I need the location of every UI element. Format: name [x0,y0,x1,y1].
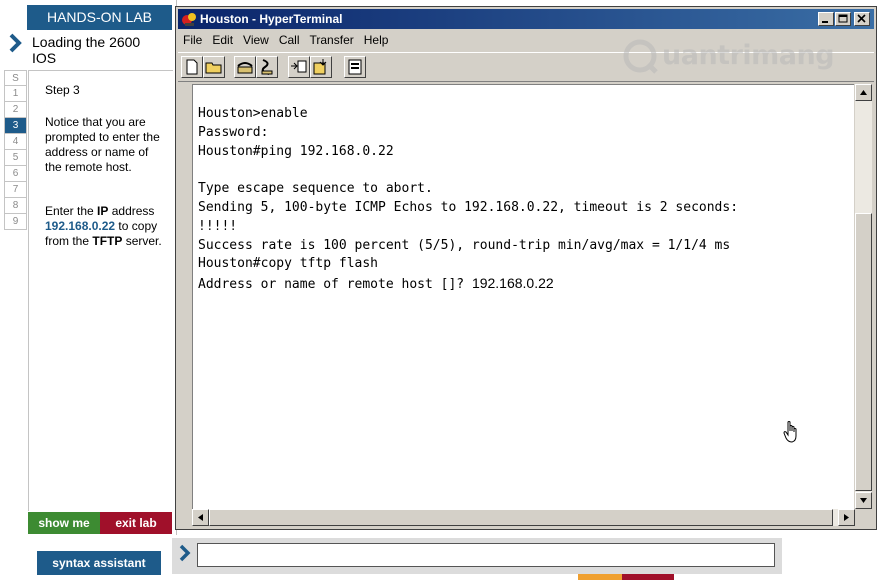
scroll-down-button[interactable] [855,492,872,509]
maximize-button[interactable] [835,12,851,26]
step-item-4[interactable]: 4 [4,134,27,150]
instruction-text: address [111,204,155,218]
terminal-prompt-line: Address or name of remote host []? 192.1… [198,274,738,293]
menu-file[interactable]: File [178,31,207,49]
instruction-text: server. [125,234,162,248]
menu-transfer[interactable]: Transfer [305,31,359,49]
step-item-5[interactable]: 5 [4,150,27,166]
vertical-scrollbar[interactable] [855,84,872,509]
open-folder-icon [205,62,222,74]
watermark-text: uantrimang [662,40,835,71]
lesson-title: Loading the 2600 IOS [32,34,141,66]
chevron-right-icon [9,33,22,53]
send-button[interactable] [288,56,310,78]
bottom-strip [622,574,674,580]
bottom-strip [578,574,622,580]
terminal-line: Sending 5, 100-byte ICMP Echos to 192.16… [198,199,739,215]
vertical-scroll-thumb[interactable] [855,213,872,491]
hyperterminal-icon [182,13,196,26]
disconnect-button[interactable] [256,56,278,78]
receive-file-icon [313,59,327,75]
maximize-icon [838,14,848,23]
receive-button[interactable] [310,56,332,78]
arrow-left-icon [198,514,203,521]
instruction-ip-word: IP [97,204,109,218]
terminal-output: Houston>enable Password: Houston#ping 192.… [198,105,738,293]
step-item-1[interactable]: 1 [4,86,27,102]
terminal-line: Password: [198,124,269,140]
new-file-icon [186,59,198,75]
exit-lab-button[interactable]: exit lab [100,512,172,534]
hyperterminal-window: Houston - HyperTerminal File Edit View Call… [175,6,877,530]
show-me-button[interactable]: show me [28,512,100,534]
window-title: Houston - HyperTerminal [200,12,343,26]
open-button[interactable] [203,56,225,78]
arrow-right-icon [844,514,849,521]
menu-help[interactable]: Help [359,31,394,49]
syntax-assistant-button[interactable]: syntax assistant [37,551,161,575]
horizontal-scrollbar[interactable] [192,509,855,526]
minimize-icon [822,21,828,23]
close-button[interactable] [854,12,870,26]
terminal-line: !!!!! [198,218,238,234]
scroll-right-button[interactable] [838,509,855,526]
step-item-9[interactable]: 9 [4,214,27,230]
call-button[interactable] [234,56,256,78]
scroll-up-button[interactable] [855,84,872,101]
instruction-ip-value: 192.168.0.22 [45,219,116,233]
step-list: S 1 2 3 4 5 6 7 8 9 [4,70,28,230]
lab-panel: HANDS-ON LAB Loading the 2600 IOS S 1 2 … [0,0,177,535]
instruction-tftp: TFTP [92,234,123,248]
step-content: Step 3 Notice that you are prompted to e… [28,70,173,511]
step-item-7[interactable]: 7 [4,182,27,198]
step-label: Step 3 [45,83,80,97]
terminal-line: Type escape sequence to abort. [198,181,433,197]
chevron-right-icon [179,544,191,562]
step-item-2[interactable]: 2 [4,102,27,118]
watermark: uantrimang [622,34,852,78]
instruction-text: Enter the [45,204,94,218]
menu-call[interactable]: Call [274,31,305,49]
typed-input: 192.168.0.22 [471,275,554,292]
terminal-line: Houston#copy tftp flash [198,256,379,272]
scroll-left-button[interactable] [192,509,209,526]
title-bar[interactable]: Houston - HyperTerminal [178,9,874,29]
disconnect-icon [261,59,273,75]
command-input[interactable] [197,543,775,567]
terminal-line: Success rate is 100 percent (5/5), round… [198,237,731,253]
arrow-up-icon [860,90,867,95]
step-item-6[interactable]: 6 [4,166,27,182]
command-area [172,538,782,574]
terminal-line: Houston#ping 192.168.0.22 [198,143,394,159]
terminal-line: Houston>enable [198,106,308,121]
step-instruction: Enter the IP address 192.168.0.22 to cop… [45,204,169,249]
step-notice: Notice that you are prompted to enter th… [45,115,160,174]
watermark-logo-icon [623,39,658,74]
close-icon [857,14,866,23]
lab-header: HANDS-ON LAB [27,5,172,30]
menu-view[interactable]: View [238,31,274,49]
horizontal-scroll-thumb[interactable] [209,509,833,526]
step-item-8[interactable]: 8 [4,198,27,214]
send-file-icon [291,60,307,73]
hand-cursor-icon [783,421,797,443]
step-item-3[interactable]: 3 [4,118,27,134]
step-item-s[interactable]: S [4,70,27,86]
properties-button[interactable] [344,56,366,78]
remote-host-prompt: Address or name of remote host []? [198,277,472,293]
menu-edit[interactable]: Edit [207,31,238,49]
phone-icon [237,62,253,74]
terminal-screen[interactable]: Houston>enable Password: Houston#ping 192.… [192,84,854,509]
arrow-down-icon [860,498,867,503]
new-connection-button[interactable] [181,56,203,78]
minimize-button[interactable] [818,12,834,26]
properties-icon [348,59,362,75]
terminal-frame: Houston>enable Password: Houston#ping 192.… [178,84,874,527]
